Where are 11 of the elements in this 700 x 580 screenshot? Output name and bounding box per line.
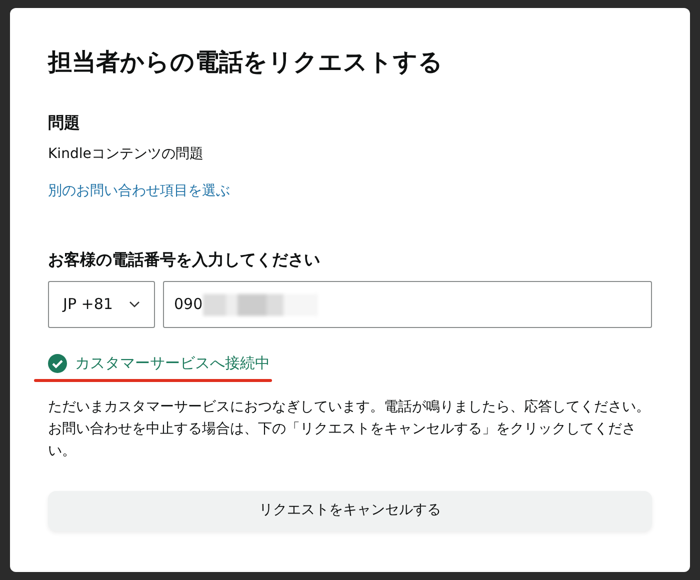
cancel-request-button[interactable]: リクエストをキャンセルする	[48, 490, 652, 531]
country-code-select[interactable]: JP +81	[48, 281, 155, 328]
section-heading: お客様の電話番号を入力してください	[48, 250, 321, 270]
issue-text: Kindleコンテンツの問題	[48, 146, 204, 162]
status-text: カスタマーサービスへ接続中	[75, 353, 270, 374]
chevron-down-icon	[128, 301, 140, 308]
dialog-title: 担当者からの電話をリクエストする	[48, 48, 444, 77]
section-heading: 問題	[48, 112, 81, 132]
phone-number-field[interactable]: 090	[163, 281, 652, 328]
change-issue-link[interactable]: 別のお問い合わせ項目を選ぶ	[48, 182, 230, 199]
status-message: ただいまカスタマーサービスにおつなぎしています。電話が鳴りましたら、応答してください。お問い合わせを中止する場合は、下の「リクエストをキャンセルする」をクリックしてください。	[48, 398, 651, 462]
